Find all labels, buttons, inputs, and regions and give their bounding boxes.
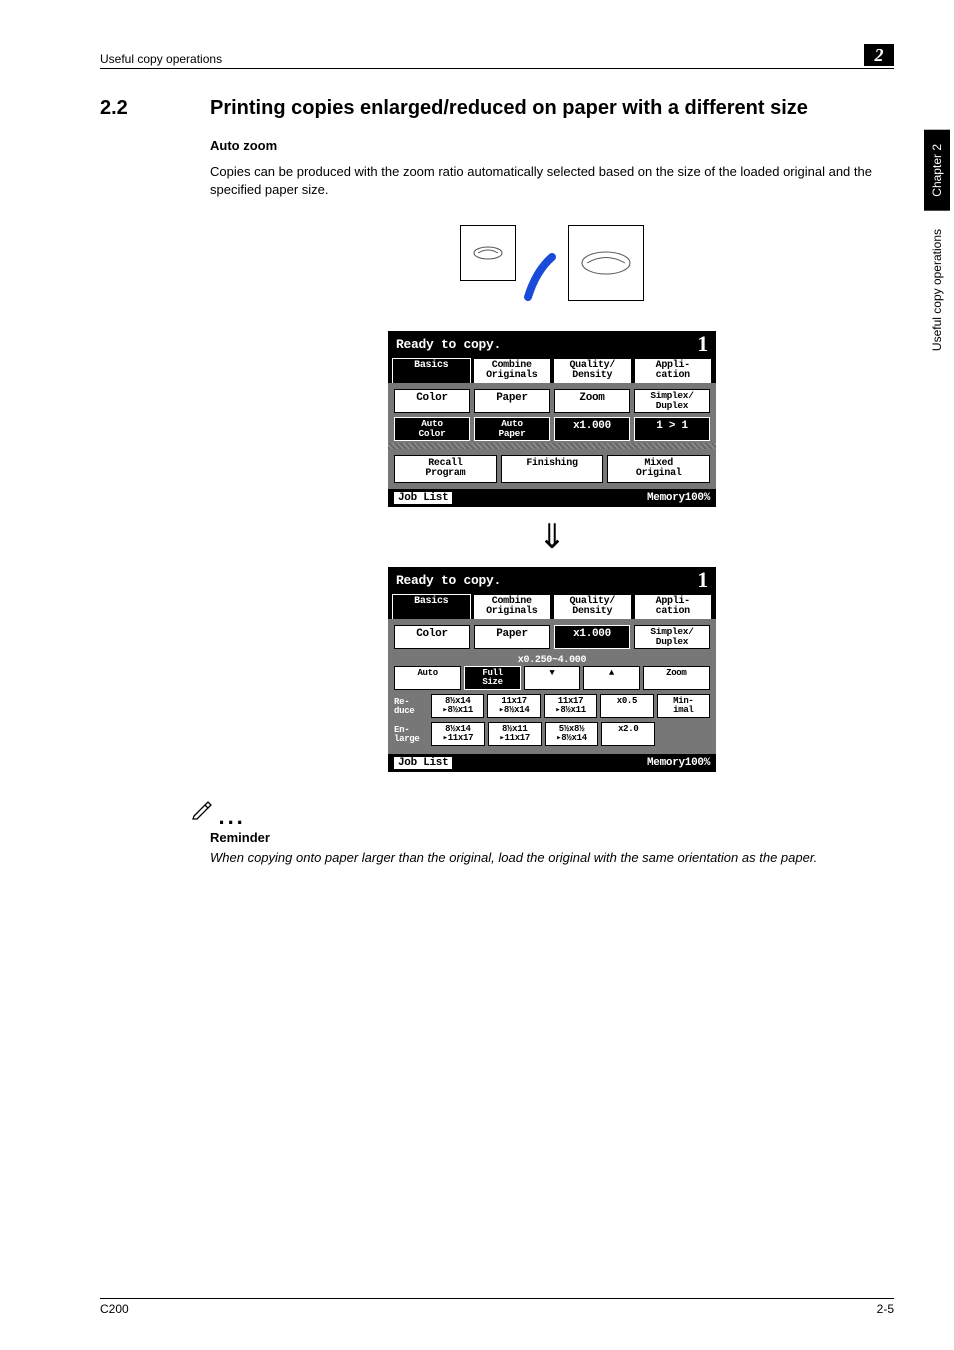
memory-indicator: Memory100% <box>647 492 710 504</box>
btn-color[interactable]: Color <box>394 389 470 413</box>
btn-full-size[interactable]: Full Size <box>464 666 520 690</box>
btn-enlarge-3[interactable]: 5½x8½ ▸8½x14 <box>545 722 599 746</box>
spacer <box>658 722 710 746</box>
tab-combine[interactable]: Combine Originals <box>473 358 552 383</box>
note-heading: Reminder <box>210 830 894 845</box>
btn-simplex-duplex[interactable]: Simplex/ Duplex <box>634 389 710 413</box>
side-tab: Chapter 2 Useful copy operations <box>920 130 954 357</box>
btn-recall-program[interactable]: Recall Program <box>394 455 497 483</box>
header-chapter-number: 2 <box>864 44 894 66</box>
btn-paper[interactable]: Paper <box>474 389 550 413</box>
val-zoom[interactable]: x1.000 <box>554 625 630 649</box>
btn-job-list[interactable]: Job List <box>394 492 452 504</box>
footer-page: 2-5 <box>877 1302 894 1316</box>
btn-zoom[interactable]: Zoom <box>554 389 630 413</box>
memory-indicator: Memory100% <box>647 757 710 769</box>
btn-mixed-original[interactable]: Mixed Original <box>607 455 710 483</box>
subheading: Auto zoom <box>210 138 894 153</box>
note-body: When copying onto paper larger than the … <box>210 849 894 867</box>
btn-job-list[interactable]: Job List <box>394 757 452 769</box>
btn-enlarge-2[interactable]: 8½x11 ▸11x17 <box>488 722 542 746</box>
zoom-range: x0.250~4.000 <box>394 655 710 666</box>
btn-reduce-2[interactable]: 11x17 ▸8½x14 <box>487 694 540 718</box>
down-arrow-icon: ⇓ <box>538 517 567 557</box>
btn-enlarge-double[interactable]: x2.0 <box>601 722 655 746</box>
section-number: 2.2 <box>100 97 210 120</box>
status-text: Ready to copy. <box>396 337 501 352</box>
lcd-panel-basics: Ready to copy. 1 Basics Combine Original… <box>388 331 716 507</box>
tab-combine[interactable]: Combine Originals <box>473 594 552 619</box>
label-enlarge: En- large <box>394 722 428 746</box>
val-paper[interactable]: Auto Paper <box>474 417 550 441</box>
reminder-icon <box>190 798 214 820</box>
btn-simplex-duplex[interactable]: Simplex/ Duplex <box>634 625 710 649</box>
val-zoom[interactable]: x1.000 <box>554 417 630 441</box>
btn-auto-zoom[interactable]: Auto <box>394 666 461 690</box>
ellipsis-icon: ... <box>218 804 245 829</box>
btn-reduce-half[interactable]: x0.5 <box>600 694 653 718</box>
tab-quality[interactable]: Quality/ Density <box>553 358 632 383</box>
btn-zoom-manual[interactable]: Zoom <box>643 666 710 690</box>
btn-zoom-up[interactable]: ▲ <box>583 666 639 690</box>
tab-application[interactable]: Appli- cation <box>634 594 713 619</box>
status-text: Ready to copy. <box>396 573 501 588</box>
lcd-panel-zoom: Ready to copy. 1 Basics Combine Original… <box>388 567 716 772</box>
header-left: Useful copy operations <box>100 52 222 66</box>
val-duplex[interactable]: 1 > 1 <box>634 417 710 441</box>
side-section-label: Useful copy operations <box>930 223 944 357</box>
tab-basics[interactable]: Basics <box>392 594 471 619</box>
tab-application[interactable]: Appli- cation <box>634 358 713 383</box>
btn-reduce-3[interactable]: 11x17 ▸8½x11 <box>544 694 597 718</box>
footer-model: C200 <box>100 1302 129 1316</box>
section-heading: 2.2 Printing copies enlarged/reduced on … <box>100 97 894 120</box>
btn-zoom-down[interactable]: ▼ <box>524 666 580 690</box>
btn-minimal[interactable]: Min- imal <box>657 694 710 718</box>
btn-enlarge-1[interactable]: 8½x14 ▸11x17 <box>431 722 485 746</box>
btn-color[interactable]: Color <box>394 625 470 649</box>
copy-count: 1 <box>697 337 708 352</box>
tab-basics[interactable]: Basics <box>392 358 471 383</box>
label-reduce: Re- duce <box>394 694 428 718</box>
original-icon <box>460 225 516 281</box>
enlarged-icon <box>568 225 644 301</box>
section-title: Printing copies enlarged/reduced on pape… <box>210 97 808 120</box>
tab-quality[interactable]: Quality/ Density <box>553 594 632 619</box>
btn-paper[interactable]: Paper <box>474 625 550 649</box>
copy-count: 1 <box>697 573 708 588</box>
enlarge-arrow-icon <box>522 247 562 301</box>
body-paragraph: Copies can be produced with the zoom rat… <box>210 163 894 199</box>
val-color[interactable]: Auto Color <box>394 417 470 441</box>
btn-finishing[interactable]: Finishing <box>501 455 604 483</box>
zoom-illustration <box>210 225 894 301</box>
btn-reduce-1[interactable]: 8½x14 ▸8½x11 <box>431 694 484 718</box>
side-chapter-label: Chapter 2 <box>924 130 950 211</box>
